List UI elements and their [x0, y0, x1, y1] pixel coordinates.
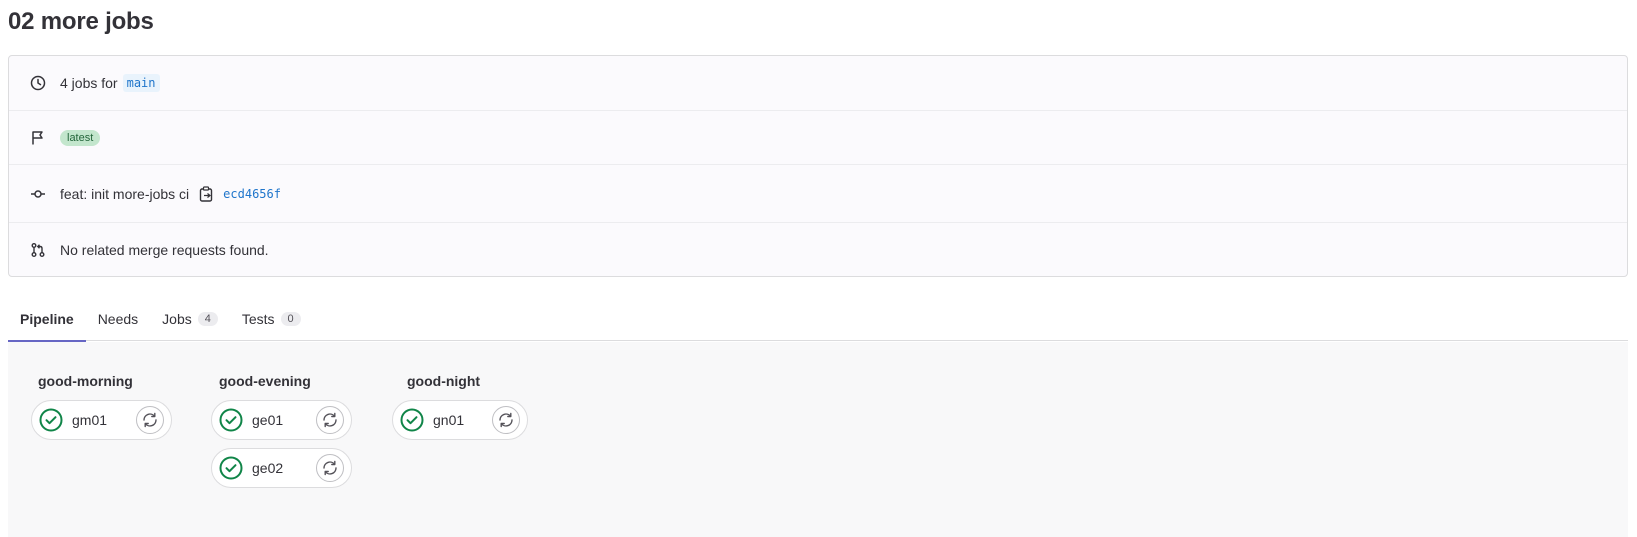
tab-pipeline[interactable]: Pipeline: [8, 297, 86, 342]
job-pill[interactable]: gm01: [31, 400, 172, 440]
tab-label: Jobs: [162, 311, 192, 327]
badges-row: latest: [9, 111, 1627, 165]
job-pill[interactable]: ge02: [211, 448, 352, 488]
latest-badge: latest: [60, 129, 101, 146]
tab-jobs[interactable]: Jobs 4: [150, 297, 230, 341]
job-name: ge01: [252, 412, 284, 428]
retry-icon[interactable]: [316, 406, 344, 434]
job-name: gn01: [433, 412, 465, 428]
tab-label: Needs: [97, 311, 139, 327]
flag-icon: [29, 129, 47, 147]
jobs-summary-text: 4 jobs for: [60, 75, 118, 91]
status-success-icon: [219, 408, 243, 432]
commit-row: feat: init more-jobs ci ecd4656f: [9, 165, 1627, 223]
job-pill[interactable]: gn01: [392, 400, 528, 440]
job-name: ge02: [252, 460, 284, 476]
pipeline-graph: good-morning gm01 good-evening ge01 ge02…: [8, 342, 1628, 537]
ref-link[interactable]: main: [122, 74, 160, 92]
tab-count-badge: 0: [280, 312, 301, 326]
page-title: 02 more jobs: [8, 8, 154, 35]
tab-label: Tests: [241, 311, 275, 327]
retry-icon[interactable]: [492, 406, 520, 434]
merge-request-row: No related merge requests found.: [9, 223, 1627, 277]
pipeline-tabs: Pipeline Needs Jobs 4 Tests 0: [8, 297, 1628, 342]
jobs-summary-row: 4 jobs for main: [9, 56, 1627, 111]
merge-request-icon: [29, 241, 47, 259]
retry-icon[interactable]: [316, 454, 344, 482]
copy-icon[interactable]: [198, 185, 214, 202]
clock-icon: [29, 74, 47, 92]
stage-title: good-night: [407, 373, 481, 389]
tab-needs[interactable]: Needs: [86, 297, 150, 341]
retry-icon[interactable]: [136, 406, 164, 434]
stage-title: good-morning: [38, 373, 133, 389]
tab-label: Pipeline: [20, 311, 74, 327]
status-success-icon: [39, 408, 63, 432]
merge-request-text: No related merge requests found.: [60, 242, 269, 258]
job-name: gm01: [72, 412, 108, 428]
job-pill[interactable]: ge01: [211, 400, 352, 440]
tab-count-badge: 4: [197, 312, 218, 326]
tab-tests[interactable]: Tests 0: [230, 297, 313, 341]
status-success-icon: [219, 456, 243, 480]
status-success-icon: [400, 408, 424, 432]
commit-icon: [29, 185, 47, 203]
commit-message: feat: init more-jobs ci: [60, 185, 190, 202]
commit-sha-link[interactable]: ecd4656f: [223, 187, 281, 201]
stage-title: good-evening: [219, 373, 311, 389]
pipeline-info-box: 4 jobs for main latest feat: init more-j…: [8, 55, 1628, 277]
